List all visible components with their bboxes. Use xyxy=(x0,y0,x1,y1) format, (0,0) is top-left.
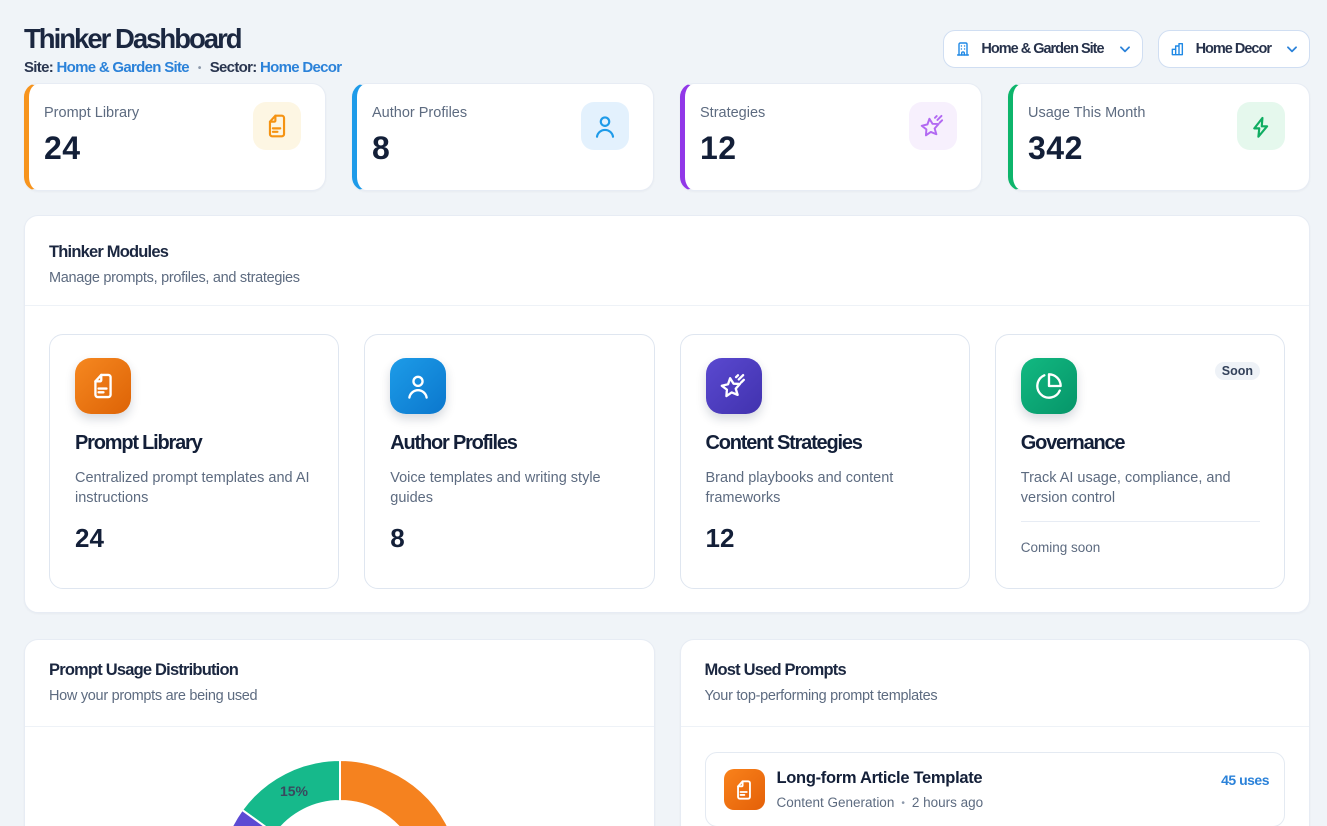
svg-text:15%: 15% xyxy=(280,783,309,799)
